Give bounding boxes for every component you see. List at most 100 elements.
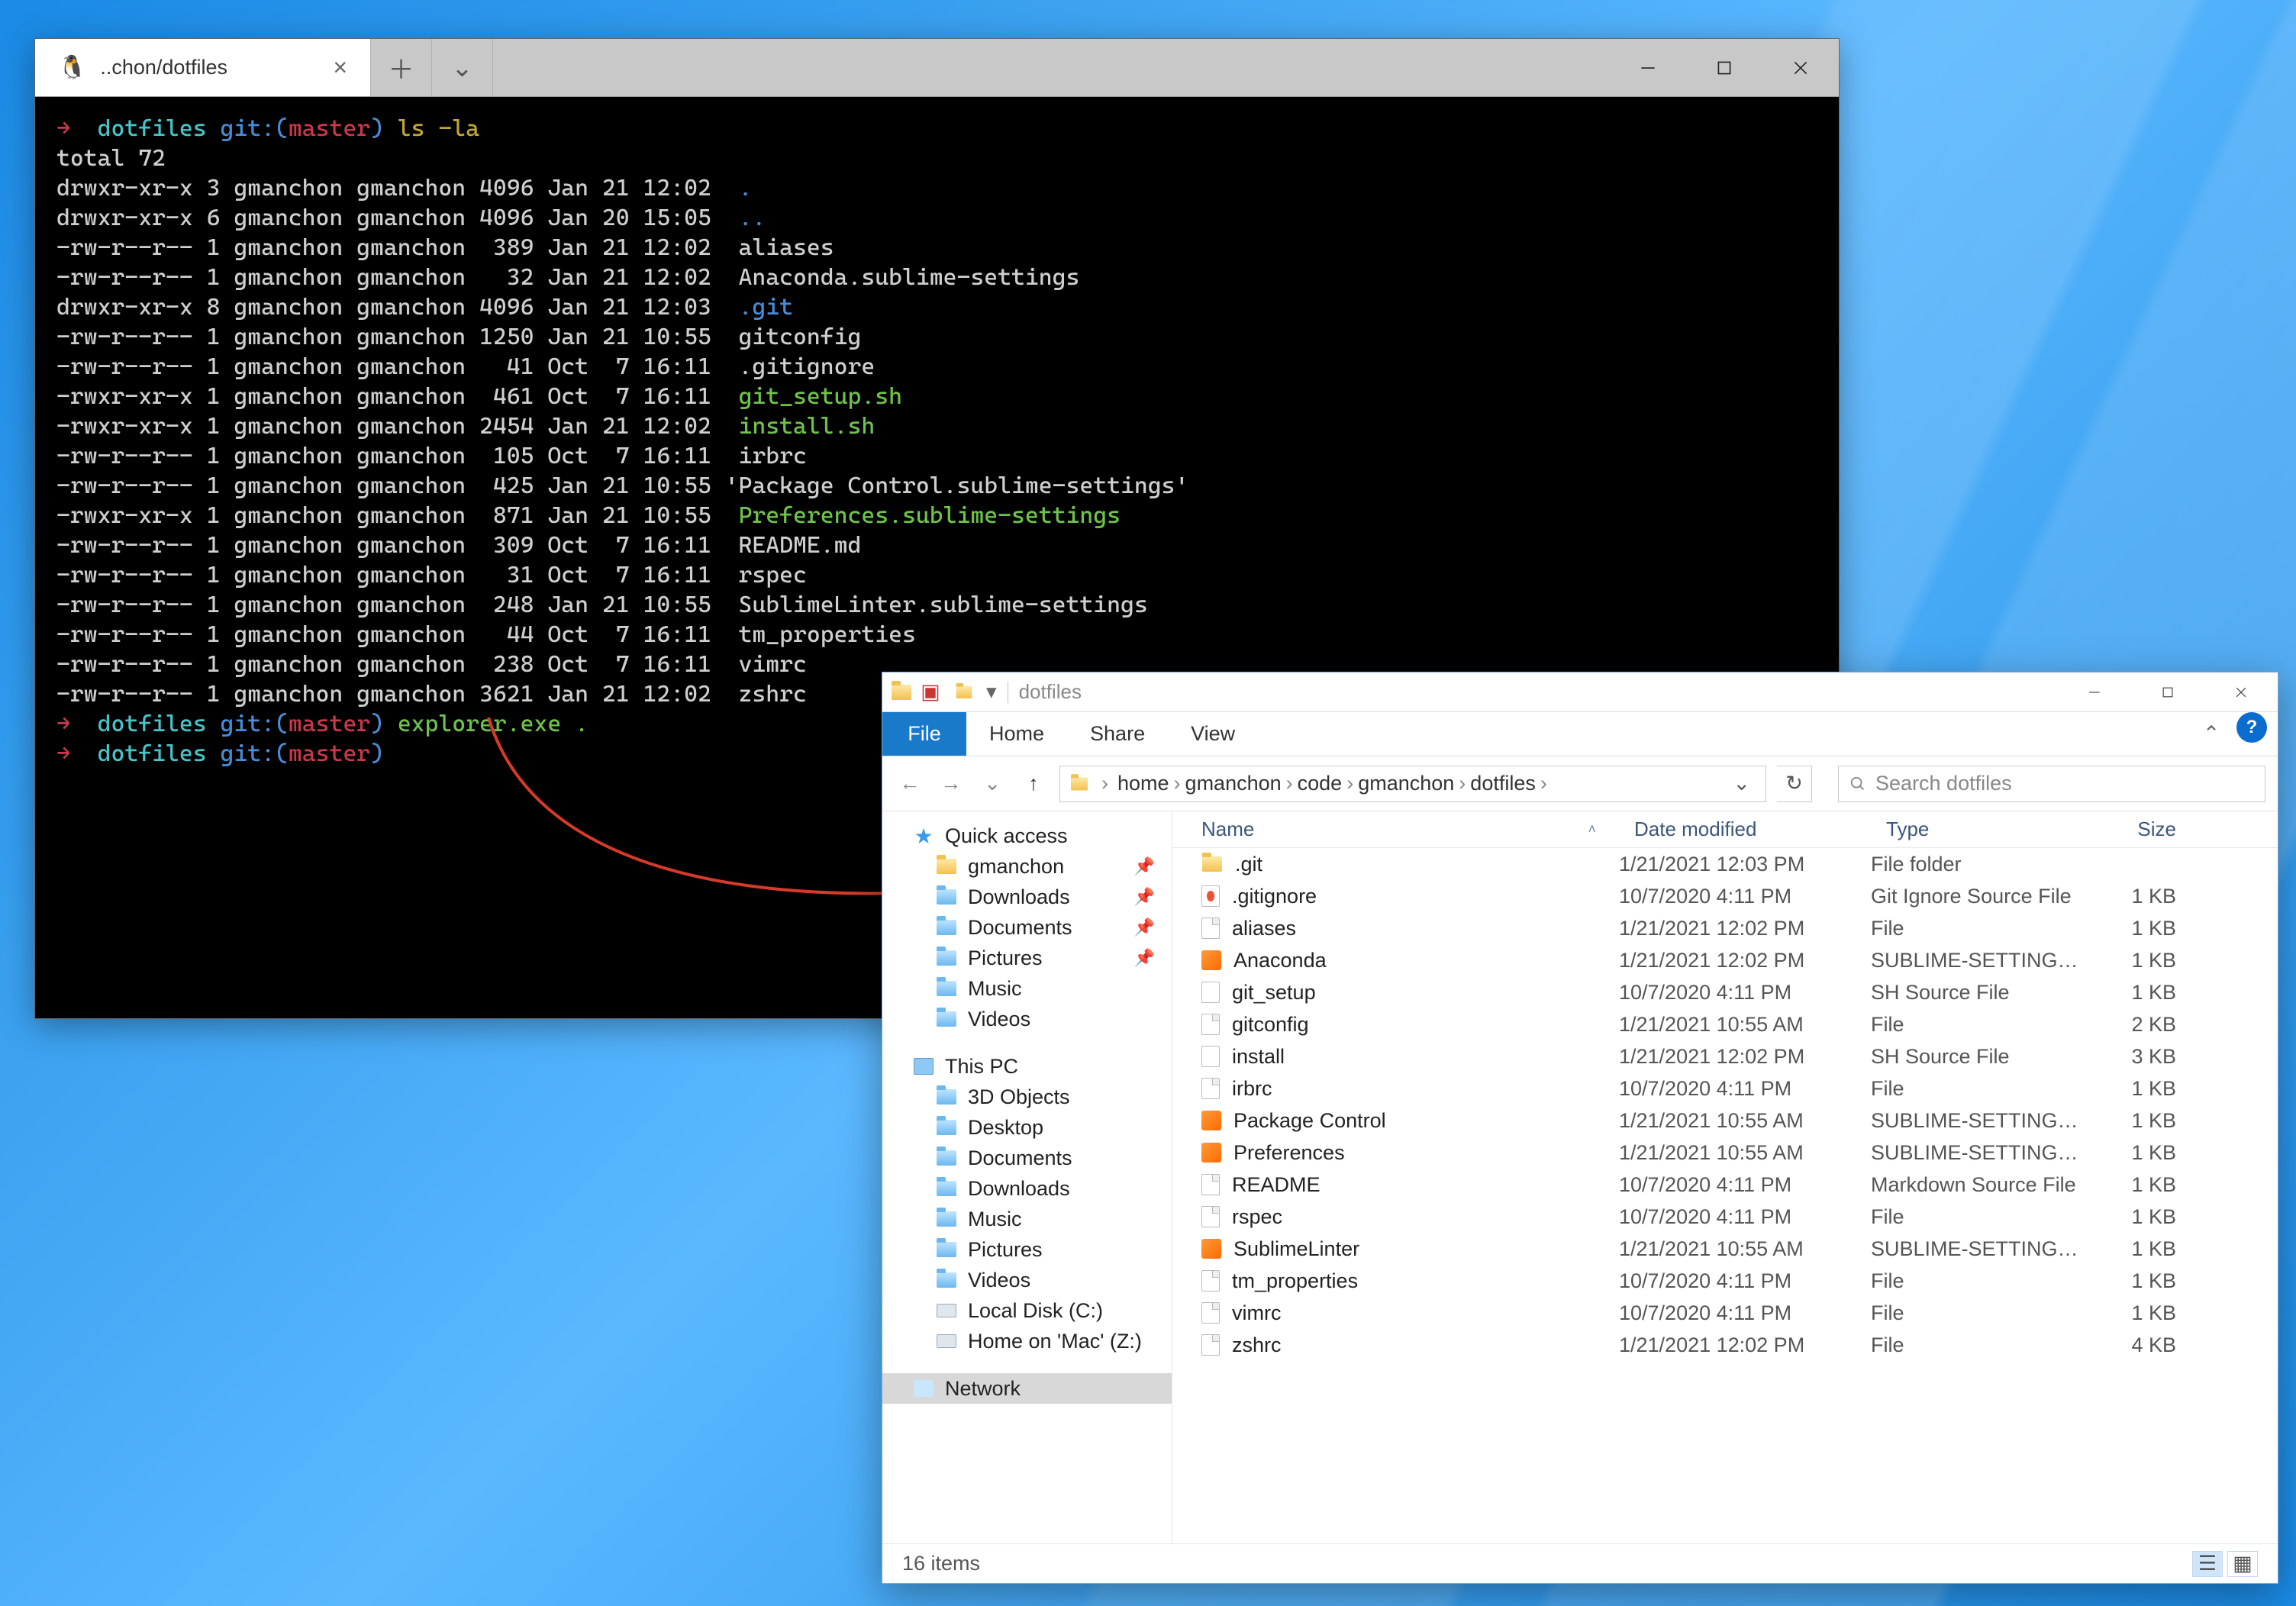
chevron-right-icon[interactable]: › — [1346, 772, 1353, 795]
recent-dropdown[interactable]: ⌄ — [977, 769, 1008, 799]
table-row[interactable]: SublimeLinter 1/21/2021 10:55 AM SUBLIME… — [1172, 1233, 2278, 1265]
column-date[interactable]: Date modified — [1619, 818, 1871, 841]
folder-icon — [936, 1008, 957, 1030]
nav-item[interactable]: Downloads📌 — [882, 882, 1172, 912]
up-button[interactable]: ↑ — [1018, 769, 1049, 799]
table-row[interactable]: zshrc 1/21/2021 12:02 PM File 4 KB — [1172, 1329, 2278, 1361]
breadcrumb-item[interactable]: gmanchon — [1353, 772, 1459, 795]
file-size: 1 KB — [2085, 949, 2207, 972]
minimize-button[interactable] — [1610, 39, 1686, 96]
help-button[interactable]: ? — [2236, 712, 2267, 743]
nav-this-pc[interactable]: This PC — [882, 1051, 1172, 1082]
address-bar[interactable]: › home›gmanchon›code›gmanchon›dotfiles› … — [1059, 766, 1766, 802]
nav-quick-access[interactable]: ★Quick access — [882, 821, 1172, 851]
table-row[interactable]: .git 1/21/2021 12:03 PM File folder — [1172, 848, 2278, 880]
folder-icon — [936, 1178, 957, 1199]
ribbon-tab-view[interactable]: View — [1168, 712, 1258, 756]
file-name: git_setup — [1232, 981, 1316, 1005]
pin-icon: 📌 — [1134, 917, 1155, 937]
nav-network[interactable]: Network — [882, 1373, 1172, 1404]
details-view-button[interactable]: ☰ — [2192, 1551, 2223, 1577]
file-name: aliases — [1232, 917, 1296, 940]
chevron-right-icon[interactable]: › — [1101, 772, 1108, 795]
folder-icon — [936, 886, 957, 908]
status-bar: 16 items ☰ ▦ — [882, 1543, 2278, 1583]
nav-item[interactable]: Pictures📌 — [882, 943, 1172, 973]
terminal-tab[interactable]: 🐧 ..chon/dotfiles × — [35, 39, 371, 96]
file-type: File — [1871, 1013, 2085, 1037]
table-row[interactable]: README 10/7/2020 4:11 PM Markdown Source… — [1172, 1169, 2278, 1201]
breadcrumb-item[interactable]: home — [1113, 772, 1174, 795]
ribbon-tab-home[interactable]: Home — [966, 712, 1067, 756]
qat-dropdown-icon[interactable]: ▾ — [986, 680, 997, 704]
close-button[interactable] — [1762, 39, 1839, 96]
search-placeholder: Search dotfiles — [1875, 772, 2012, 795]
folder-icon — [936, 917, 957, 938]
nav-item[interactable]: Pictures — [882, 1234, 1172, 1265]
nav-item[interactable]: Documents📌 — [882, 912, 1172, 943]
table-row[interactable]: tm_properties 10/7/2020 4:11 PM File 1 K… — [1172, 1265, 2278, 1297]
nav-item[interactable]: Music — [882, 973, 1172, 1004]
breadcrumb-item[interactable]: dotfiles — [1466, 772, 1540, 795]
tab-close-icon[interactable]: × — [333, 53, 347, 82]
close-button[interactable] — [2204, 672, 2278, 711]
minimize-button[interactable] — [2058, 672, 2131, 711]
forward-button[interactable]: → — [936, 769, 966, 799]
table-row[interactable]: Anaconda 1/21/2021 12:02 PM SUBLIME-SETT… — [1172, 944, 2278, 976]
file-type: File — [1871, 1269, 2085, 1293]
column-type[interactable]: Type — [1871, 818, 2085, 841]
nav-item[interactable]: Desktop — [882, 1112, 1172, 1143]
qat-properties-icon[interactable]: ▣ — [919, 681, 942, 704]
search-input[interactable]: Search dotfiles — [1838, 766, 2265, 802]
table-row[interactable]: Package Control 1/21/2021 10:55 AM SUBLI… — [1172, 1105, 2278, 1137]
refresh-button[interactable]: ↻ — [1777, 766, 1812, 802]
table-row[interactable]: .gitignore 10/7/2020 4:11 PM Git Ignore … — [1172, 880, 2278, 912]
nav-item[interactable]: Videos — [882, 1265, 1172, 1295]
nav-item[interactable]: Home on 'Mac' (Z:) — [882, 1326, 1172, 1356]
chevron-right-icon[interactable]: › — [1286, 772, 1293, 795]
nav-item[interactable]: Music — [882, 1204, 1172, 1234]
ribbon-collapse-icon[interactable]: ⌃ — [2192, 712, 2230, 756]
file-date: 1/21/2021 10:55 AM — [1619, 1013, 1871, 1037]
table-row[interactable]: git_setup 10/7/2020 4:11 PM SH Source Fi… — [1172, 976, 2278, 1008]
back-button[interactable]: ← — [895, 769, 925, 799]
chevron-right-icon[interactable]: › — [1459, 772, 1466, 795]
nav-item[interactable]: gmanchon📌 — [882, 851, 1172, 882]
network-icon — [913, 1378, 934, 1399]
nav-item[interactable]: Local Disk (C:) — [882, 1295, 1172, 1326]
maximize-button[interactable] — [1686, 39, 1762, 96]
file-icon — [1201, 1143, 1221, 1163]
breadcrumb-item[interactable]: gmanchon — [1181, 772, 1286, 795]
table-row[interactable]: aliases 1/21/2021 12:02 PM File 1 KB — [1172, 912, 2278, 944]
table-row[interactable]: Preferences 1/21/2021 10:55 AM SUBLIME-S… — [1172, 1137, 2278, 1169]
folder-icon — [936, 1239, 957, 1260]
sort-asc-icon: ˄ — [1588, 821, 1596, 837]
qat-newfolder-icon[interactable] — [953, 681, 975, 704]
breadcrumb-item[interactable]: code — [1293, 772, 1347, 795]
file-size: 1 KB — [2085, 1173, 2207, 1197]
nav-item[interactable]: Videos — [882, 1004, 1172, 1034]
column-size[interactable]: Size — [2085, 818, 2207, 841]
column-name[interactable]: Name˄ — [1172, 818, 1619, 841]
explorer-titlebar[interactable]: ▣ ▾ dotfiles — [882, 672, 2278, 712]
icons-view-button[interactable]: ▦ — [2227, 1551, 2258, 1577]
file-icon — [1201, 950, 1221, 970]
table-row[interactable]: install 1/21/2021 12:02 PM SH Source Fil… — [1172, 1040, 2278, 1072]
disk-icon — [936, 1330, 957, 1352]
ribbon-tab-share[interactable]: Share — [1067, 712, 1168, 756]
table-row[interactable]: rspec 10/7/2020 4:11 PM File 1 KB — [1172, 1201, 2278, 1233]
table-row[interactable]: gitconfig 1/21/2021 10:55 AM File 2 KB — [1172, 1008, 2278, 1040]
nav-item[interactable]: Documents — [882, 1143, 1172, 1173]
address-dropdown-icon[interactable]: ⌄ — [1725, 772, 1758, 795]
nav-item[interactable]: Downloads — [882, 1173, 1172, 1204]
table-row[interactable]: irbrc 10/7/2020 4:11 PM File 1 KB — [1172, 1072, 2278, 1105]
chevron-right-icon[interactable]: › — [1540, 772, 1547, 795]
tab-dropdown-button[interactable]: ⌄ — [432, 39, 493, 96]
table-row[interactable]: vimrc 10/7/2020 4:11 PM File 1 KB — [1172, 1297, 2278, 1329]
navigation-pane[interactable]: ★Quick accessgmanchon📌Downloads📌Document… — [882, 811, 1172, 1543]
chevron-right-icon[interactable]: › — [1174, 772, 1181, 795]
nav-item[interactable]: 3D Objects — [882, 1082, 1172, 1112]
ribbon-file-tab[interactable]: File — [882, 712, 966, 756]
new-tab-button[interactable]: ＋ — [371, 39, 432, 96]
maximize-button[interactable] — [2131, 672, 2204, 711]
